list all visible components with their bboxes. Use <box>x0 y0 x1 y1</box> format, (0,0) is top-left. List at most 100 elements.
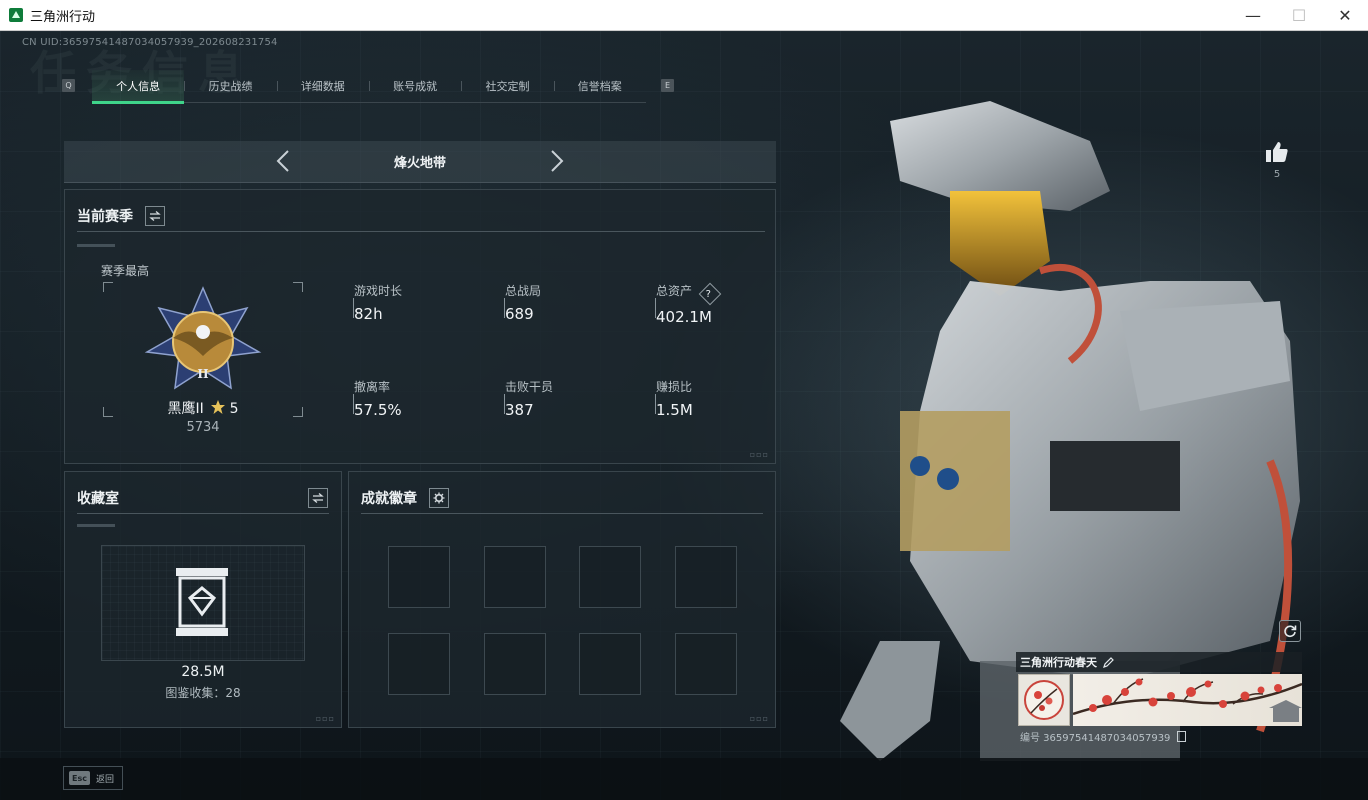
collection-codex-count: 图鉴收集：28 <box>165 686 241 700</box>
plum-blossom-banner-image <box>1073 674 1302 726</box>
stat-play-time: 游戏时长 82h <box>353 282 402 323</box>
tab-reputation-record[interactable]: 信誉档案 <box>553 70 646 102</box>
achievement-badges-panel: 成就徽章 ▫▫▫ <box>348 471 776 728</box>
rank-name-row: 黑鹰II 5 <box>103 398 303 418</box>
badge-slot-3[interactable] <box>579 546 641 608</box>
collection-panel-title: 收藏室 <box>77 491 119 507</box>
collection-switch-button[interactable] <box>308 488 328 508</box>
window-titlebar: 三角洲行动 — ☐ ✕ <box>0 0 1368 31</box>
collection-divider <box>77 513 329 514</box>
stat-value: 82h <box>354 305 383 323</box>
tab-account-achievements[interactable]: 账号成就 <box>368 70 461 102</box>
stat-label: 赚损比 <box>656 380 693 394</box>
display-case-icon <box>176 568 228 636</box>
stat-profit-loss-ratio: 赚损比 1.5M <box>655 378 693 419</box>
stat-value: 387 <box>505 401 534 419</box>
app-logo-icon <box>9 8 23 22</box>
footer-bar: Esc 返回 <box>0 758 1368 800</box>
name-card[interactable]: 三角洲行动春天 编号 36597541487034057939 <box>1016 652 1302 747</box>
rank-name: 黑鹰II <box>167 401 204 417</box>
stat-label: 撤离率 <box>354 380 391 394</box>
chevron-left-icon <box>276 150 289 172</box>
panel-corner-decor: ▫▫▫ <box>315 714 335 723</box>
season-switch-button[interactable] <box>145 206 165 226</box>
season-decor-line <box>77 244 115 247</box>
mode-prev-button[interactable] <box>272 149 294 173</box>
collection-room-panel: 收藏室 28.5M 图鉴收集：28 ▫▫▫ <box>64 471 342 728</box>
mode-next-button[interactable] <box>546 149 568 173</box>
back-label: 返回 <box>96 774 115 785</box>
minimize-button[interactable]: — <box>1230 0 1276 31</box>
plum-blossom-avatar-image <box>1018 674 1070 726</box>
game-stage: 任务信息 CN UID:3659754148703405793​9_202608… <box>0 31 1368 800</box>
copy-icon[interactable] <box>1176 731 1186 742</box>
stat-value: 402.1M <box>656 308 712 326</box>
badge-slot-8[interactable] <box>675 633 737 695</box>
name-card-id: 编号 36597541487034057939 <box>1020 733 1171 744</box>
help-icon[interactable]: ? <box>698 282 722 306</box>
current-season-panel: 当前赛季 赛季最高 II 黑鹰II 5 5734 游戏时长 82h 总战局 68… <box>64 189 776 464</box>
like-count: 5 <box>1273 169 1281 180</box>
stat-label: 总资产 <box>656 284 693 298</box>
profile-tabs: 个人信息 历史战绩 详细数据 账号成就 社交定制 信誉档案 <box>92 70 646 104</box>
esc-key-icon: Esc <box>69 771 90 785</box>
back-button[interactable]: Esc 返回 <box>63 766 123 790</box>
mode-title: 烽火地带 <box>393 156 446 171</box>
stat-label: 游戏时长 <box>354 284 403 298</box>
black-hawk-rank-icon: II <box>144 286 262 390</box>
refresh-icon <box>1284 625 1297 638</box>
collection-showcase[interactable] <box>101 545 305 661</box>
stat-total-matches: 总战局 689 <box>504 282 541 323</box>
panel-corner-decor: ▫▫▫ <box>749 450 769 459</box>
chevron-right-icon <box>551 150 564 172</box>
svg-text:II: II <box>197 367 209 381</box>
achievements-divider <box>361 513 763 514</box>
season-divider <box>77 231 765 232</box>
rank-emblem-frame: II <box>103 282 303 417</box>
collection-value: 28.5M <box>181 664 225 680</box>
stat-extraction-rate: 撤离率 57.5% <box>353 378 402 419</box>
achievements-panel-title: 成就徽章 <box>361 491 417 507</box>
swap-icon <box>312 493 324 503</box>
season-panel-title: 当前赛季 <box>77 209 133 225</box>
window-title: 三角洲行动 <box>30 9 96 25</box>
close-button[interactable]: ✕ <box>1322 0 1368 31</box>
tab-match-history[interactable]: 历史战绩 <box>184 70 276 102</box>
season-best-label: 赛季最高 <box>101 264 150 278</box>
panel-corner-decor: ▫▫▫ <box>749 714 769 723</box>
stat-value: 689 <box>505 305 534 323</box>
tab-social-customization[interactable]: 社交定制 <box>461 70 553 102</box>
achievements-settings-button[interactable] <box>429 488 449 508</box>
rank-star-icon <box>211 400 226 414</box>
badge-slot-7[interactable] <box>579 633 641 695</box>
stat-label-row: 总资产 ? <box>656 282 722 306</box>
maximize-button[interactable]: ☐ <box>1276 0 1322 31</box>
rank-score: 5734 <box>186 420 220 435</box>
name-card-title: 三角洲行动春天 <box>1020 656 1097 669</box>
gear-icon <box>433 492 445 504</box>
badge-slot-6[interactable] <box>484 633 546 695</box>
tab-prev-key-hint: Q <box>62 79 75 92</box>
badge-slot-1[interactable] <box>388 546 450 608</box>
mode-selector: 烽火地带 <box>64 141 776 183</box>
swap-icon <box>149 211 161 221</box>
edit-pencil-icon[interactable] <box>1103 656 1114 668</box>
stat-value: 1.5M <box>656 401 693 419</box>
badge-slot-5[interactable] <box>388 633 450 695</box>
tab-personal-info[interactable]: 个人信息 <box>92 70 185 104</box>
stat-value: 57.5% <box>354 401 402 419</box>
name-card-id-row: 编号 36597541487034057939 <box>1020 729 1186 744</box>
refresh-appearance-button[interactable] <box>1279 620 1301 642</box>
thumbs-up-icon[interactable] <box>1264 139 1290 165</box>
tab-detailed-data[interactable]: 详细数据 <box>276 70 369 102</box>
name-card-header: 三角洲行动春天 <box>1016 652 1302 672</box>
stat-label: 击败干员 <box>505 380 554 394</box>
rank-star-count: 5 <box>229 401 239 417</box>
stat-total-assets: 总资产 ? 402.1M <box>655 282 722 326</box>
stat-label: 总战局 <box>505 284 542 298</box>
uid-label: CN UID:3659754148703405793​9_20260823175… <box>22 37 278 48</box>
badge-slot-2[interactable] <box>484 546 546 608</box>
badge-slot-4[interactable] <box>675 546 737 608</box>
collection-decor-line <box>77 524 115 527</box>
stat-operators-defeated: 击败干员 387 <box>504 378 553 419</box>
